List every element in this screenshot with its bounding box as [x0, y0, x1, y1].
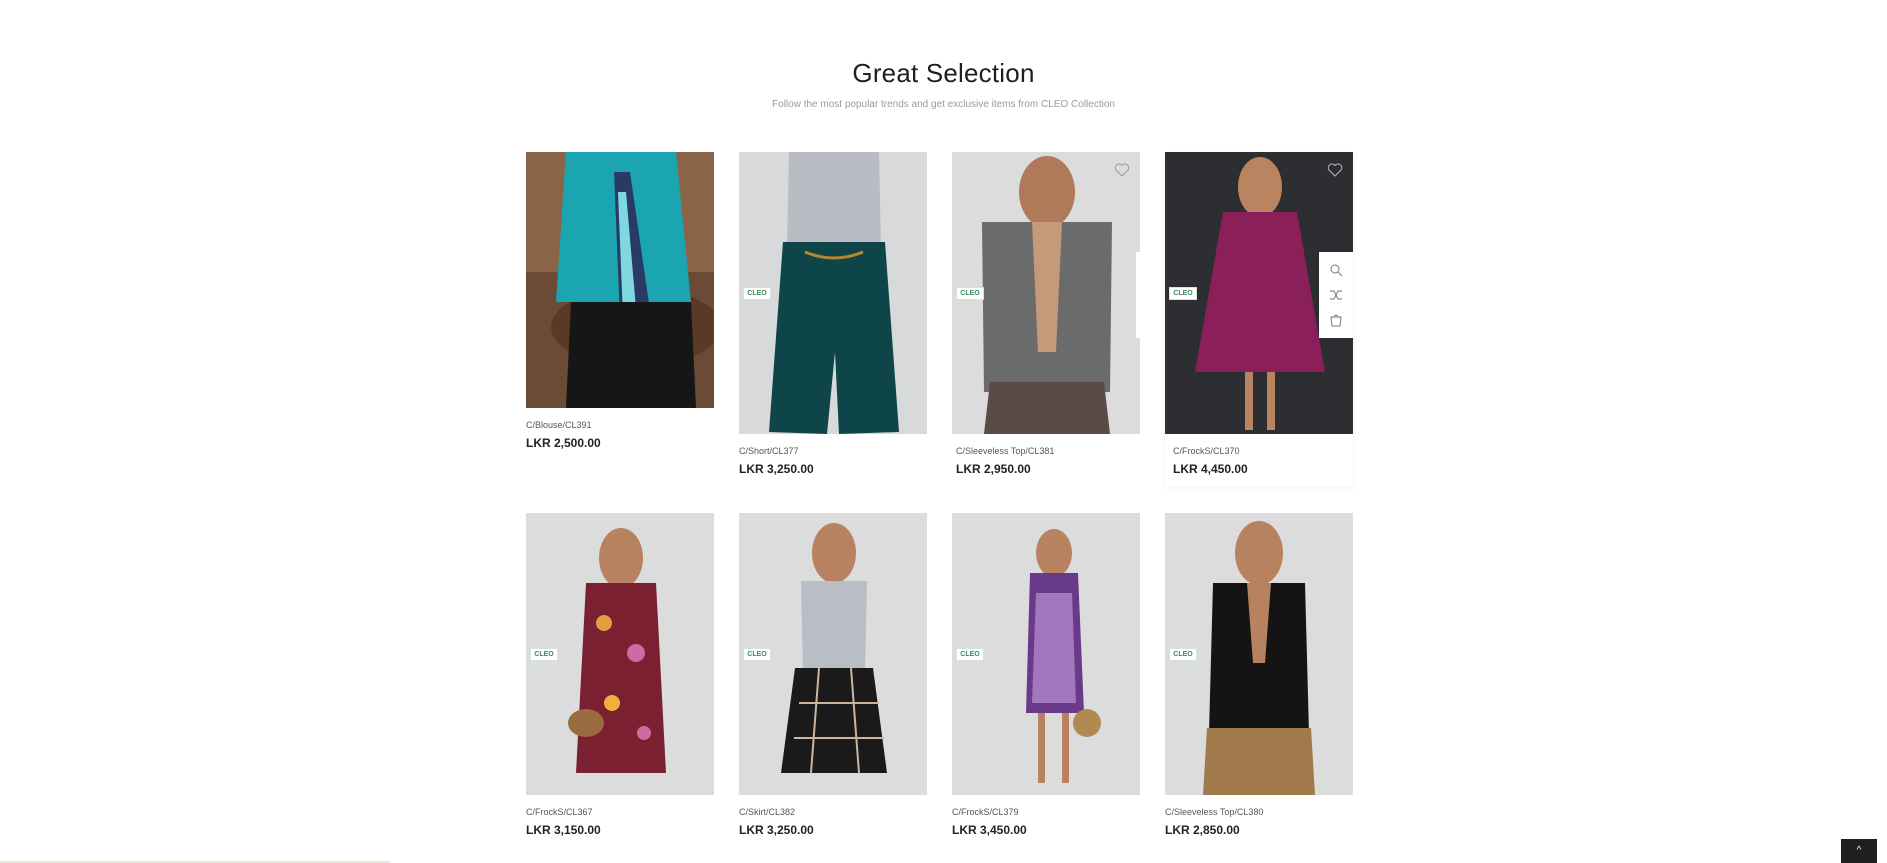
product-price: LKR 3,250.00	[739, 462, 814, 476]
product-price: LKR 2,500.00	[526, 436, 601, 450]
product-name[interactable]: C/Blouse/CL391	[526, 420, 714, 430]
brand-badge: CLEO	[956, 648, 984, 661]
brand-badge: CLEO	[956, 287, 984, 300]
product-card[interactable]: CLEO C/FrockS/CL367 LKR 3,150.00	[526, 513, 714, 837]
brand-badge: CLEO	[743, 648, 771, 661]
product-name[interactable]: C/Skirt/CL382	[739, 807, 927, 817]
product-name[interactable]: C/FrockS/CL367	[526, 807, 714, 817]
section-title: Great Selection	[852, 58, 1035, 88]
product-image[interactable]: CLEO	[1165, 513, 1353, 795]
product-name[interactable]: C/Sleeveless Top/CL381	[952, 446, 1140, 456]
brand-badge: CLEO	[743, 287, 771, 300]
compare-icon[interactable]	[1329, 288, 1343, 302]
brand-badge: CLEO	[1169, 648, 1197, 661]
product-card[interactable]: CLEO C/Skirt/CL382 LKR 3,250.00	[739, 513, 927, 837]
hover-actions	[1319, 252, 1353, 338]
heart-icon[interactable]	[1114, 162, 1130, 178]
product-name[interactable]: C/FrockS/CL379	[952, 807, 1140, 817]
brand-badge: CLEO	[1169, 287, 1197, 300]
product-price: LKR 4,450.00	[1173, 462, 1248, 476]
product-price: LKR 3,150.00	[526, 823, 601, 837]
product-image[interactable]: CLEO	[952, 513, 1140, 795]
product-image[interactable]	[526, 152, 714, 408]
heart-icon[interactable]	[1327, 162, 1343, 178]
product-image[interactable]: CLEO	[739, 513, 927, 795]
product-card[interactable]: CLEO C/Sleeveless Top/CL380 LKR 2,850.00	[1165, 513, 1353, 837]
product-price: LKR 3,450.00	[952, 823, 1027, 837]
product-card[interactable]: CLEO C/Sleeveless Top/CL381 LKR 2,950.00	[952, 152, 1140, 476]
cart-icon[interactable]	[1329, 313, 1343, 327]
product-image[interactable]: CLEO	[1165, 152, 1353, 434]
product-image[interactable]: CLEO	[739, 152, 927, 434]
product-card[interactable]: C/Blouse/CL391 LKR 2,500.00	[526, 152, 714, 450]
hover-actions-stub	[1136, 252, 1140, 338]
product-card[interactable]: CLEO C/Short/CL377 LKR 3,250.00	[739, 152, 927, 476]
product-price: LKR 2,950.00	[956, 462, 1031, 476]
product-name[interactable]: C/Short/CL377	[739, 446, 927, 456]
product-image[interactable]: CLEO	[952, 152, 1140, 434]
product-price: LKR 2,850.00	[1165, 823, 1240, 837]
product-name[interactable]: C/Sleeveless Top/CL380	[1165, 807, 1353, 817]
product-photo	[526, 152, 714, 408]
product-card[interactable]: CLEO C/FrockS/CL370 LKR 4,450.00	[1165, 152, 1353, 486]
product-price: LKR 3,250.00	[739, 823, 814, 837]
product-image[interactable]: CLEO	[526, 513, 714, 795]
section-subtitle: Follow the most popular trends and get e…	[772, 99, 1115, 110]
back-to-top-button[interactable]: ^	[1841, 839, 1877, 863]
product-card[interactable]: CLEO C/FrockS/CL379 LKR 3,450.00	[952, 513, 1140, 837]
section-header: Great Selection Follow the most popular …	[0, 58, 1887, 110]
brand-badge: CLEO	[530, 648, 558, 661]
chevron-up-icon: ^	[1856, 845, 1862, 856]
product-name[interactable]: C/FrockS/CL370	[1165, 446, 1353, 456]
zoom-icon[interactable]	[1329, 263, 1343, 277]
